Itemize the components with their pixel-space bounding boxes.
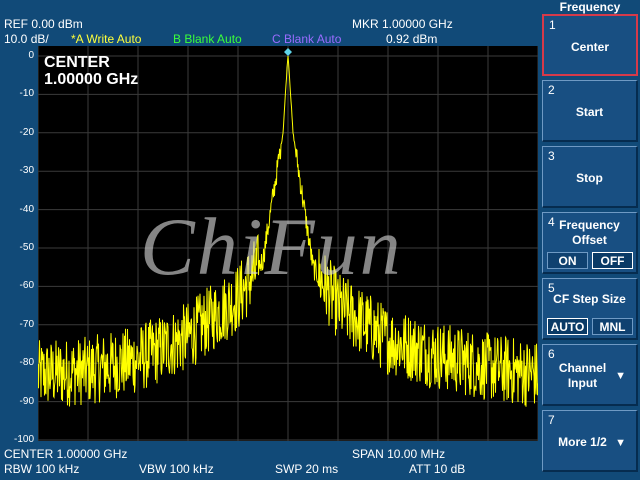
ref-level-readout: REF 0.00 dBm [4, 17, 83, 31]
y-tick-label: -80 [19, 357, 34, 369]
center-annotation-value: 1.00000 GHz [44, 71, 139, 88]
y-tick-label: -60 [19, 280, 34, 292]
trace-b-status: B Blank Auto [173, 32, 242, 46]
y-tick-label: -10 [19, 88, 34, 100]
softkey-label: CF Step Size [553, 292, 626, 306]
scale-readout: 10.0 dB/ [4, 32, 49, 46]
y-tick-label: 0 [28, 50, 34, 61]
graticule [38, 46, 538, 441]
softkey-number: 1 [549, 18, 556, 32]
more-arrow-icon: ▼ [615, 437, 626, 449]
y-tick-label: -70 [19, 318, 34, 330]
softkey-label: Stop [576, 171, 603, 185]
softkey-label: Start [575, 105, 604, 119]
softkey-panel: Frequency 1 Center 2 Start 3 Stop 4 Freq… [540, 0, 640, 480]
softkey-stop[interactable]: 3 Stop [542, 146, 638, 208]
softkey-label-line2: Offset [572, 233, 607, 247]
trace-a-status: *A Write Auto [71, 32, 142, 46]
marker-level-readout: 0.92 dBm [386, 32, 438, 46]
softkey-channel-input[interactable]: 6 Channel Input ▼ [542, 344, 638, 406]
y-tick-label: -100 [13, 434, 34, 445]
trace-c-status: C Blank Auto [272, 32, 342, 46]
center-annotation-label: CENTER [44, 54, 110, 71]
sweep-time-readout: SWP 20 ms [275, 462, 339, 476]
softkey-more[interactable]: 7 More 1/2 ▼ [542, 410, 638, 472]
spectrum-plot [38, 46, 538, 441]
marker-diamond-icon[interactable] [284, 48, 292, 56]
softkey-number: 2 [548, 83, 555, 97]
rbw-readout: RBW 100 kHz [4, 462, 80, 476]
y-tick-label: -50 [19, 242, 34, 253]
offset-off-toggle[interactable]: OFF [592, 252, 633, 269]
vbw-readout: VBW 100 kHz [139, 462, 214, 476]
softkey-frequency-offset[interactable]: 4 Frequency Offset ON OFF [542, 212, 638, 274]
offset-on-toggle[interactable]: ON [547, 252, 588, 269]
softkey-center[interactable]: 1 Center [542, 14, 638, 76]
y-tick-label: -30 [19, 165, 34, 177]
softkey-number: 3 [548, 149, 555, 163]
span-readout: SPAN 10.00 MHz [352, 447, 446, 461]
softkey-start[interactable]: 2 Start [542, 80, 638, 142]
softkey-menu-title: Frequency [559, 0, 621, 14]
softkey-number: 6 [548, 347, 555, 361]
y-tick-label: -90 [19, 395, 34, 407]
softkey-cf-step-size[interactable]: 5 CF Step Size AUTO MNL [542, 278, 638, 340]
cf-step-mnl-toggle[interactable]: MNL [592, 318, 633, 335]
spectrum-plot-svg [38, 46, 538, 441]
y-tick-label: -40 [19, 203, 34, 215]
center-frequency-readout: CENTER 1.00000 GHz [4, 447, 128, 461]
spectrum-analyzer-screen: REF 0.00 dBm 10.0 dB/ *A Write Auto B Bl… [0, 0, 640, 480]
attenuation-readout: ATT 10 dB [409, 462, 466, 476]
y-tick-label: -20 [19, 126, 34, 138]
cf-step-auto-toggle[interactable]: AUTO [547, 318, 588, 335]
softkey-label: Center [570, 40, 609, 54]
marker-frequency-readout: MKR 1.00000 GHz [352, 17, 453, 31]
softkey-number: 7 [548, 413, 555, 427]
softkey-label-line1: Frequency [559, 218, 620, 232]
submenu-arrow-icon: ▼ [615, 370, 626, 382]
center-frequency-annotation: CENTER 1.00000 GHz [44, 54, 138, 88]
